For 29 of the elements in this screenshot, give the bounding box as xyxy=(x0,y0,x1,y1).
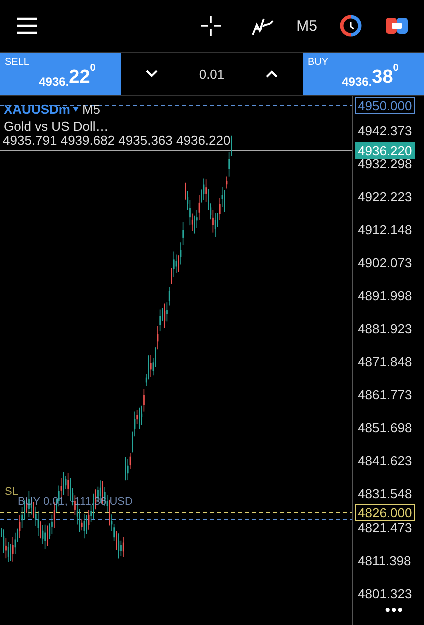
price-tick: 4821.473 xyxy=(358,520,412,536)
timeframe-button[interactable]: M5 xyxy=(284,9,330,43)
price-tick: 4811.398 xyxy=(358,554,412,568)
dropdown-icon xyxy=(73,107,80,112)
ohlc-values: 4935.791 4939.682 4935.363 4936.220 xyxy=(3,133,231,148)
stop-loss-label: SL xyxy=(5,486,18,498)
bid-price-label: 4936.220 xyxy=(355,142,416,160)
volume-field[interactable]: 0.01 xyxy=(199,66,225,82)
chart-timeframe: M5 xyxy=(82,102,101,117)
ask-price-label: 4950.000 xyxy=(355,98,416,114)
price-tick: 4891.998 xyxy=(358,288,412,304)
price-tick: 4902.073 xyxy=(358,256,412,270)
chevron-down-icon xyxy=(145,69,159,79)
price-tick: 4932.298 xyxy=(358,156,412,172)
chevron-up-icon xyxy=(265,69,279,79)
price-tick: 4841.623 xyxy=(358,454,412,468)
symbol-name: XAUUSDm xyxy=(4,102,70,117)
price-tick: 4922.223 xyxy=(358,190,412,204)
price-tick: 4942.373 xyxy=(358,124,412,138)
price-tick: 4861.773 xyxy=(358,388,412,402)
price-tick: 4912.148 xyxy=(358,222,412,238)
symbol-description: Gold vs US Doll… xyxy=(4,119,110,134)
price-tick: 4881.923 xyxy=(358,322,412,336)
price-tick: 4851.698 xyxy=(358,420,412,436)
order-price-label: 4826.000 xyxy=(355,504,416,522)
price-tick: 4871.848 xyxy=(358,354,412,370)
price-tick: 4801.323 xyxy=(358,586,412,602)
price-tick: 4831.548 xyxy=(358,486,412,502)
more-button[interactable]: ••• xyxy=(385,602,404,619)
